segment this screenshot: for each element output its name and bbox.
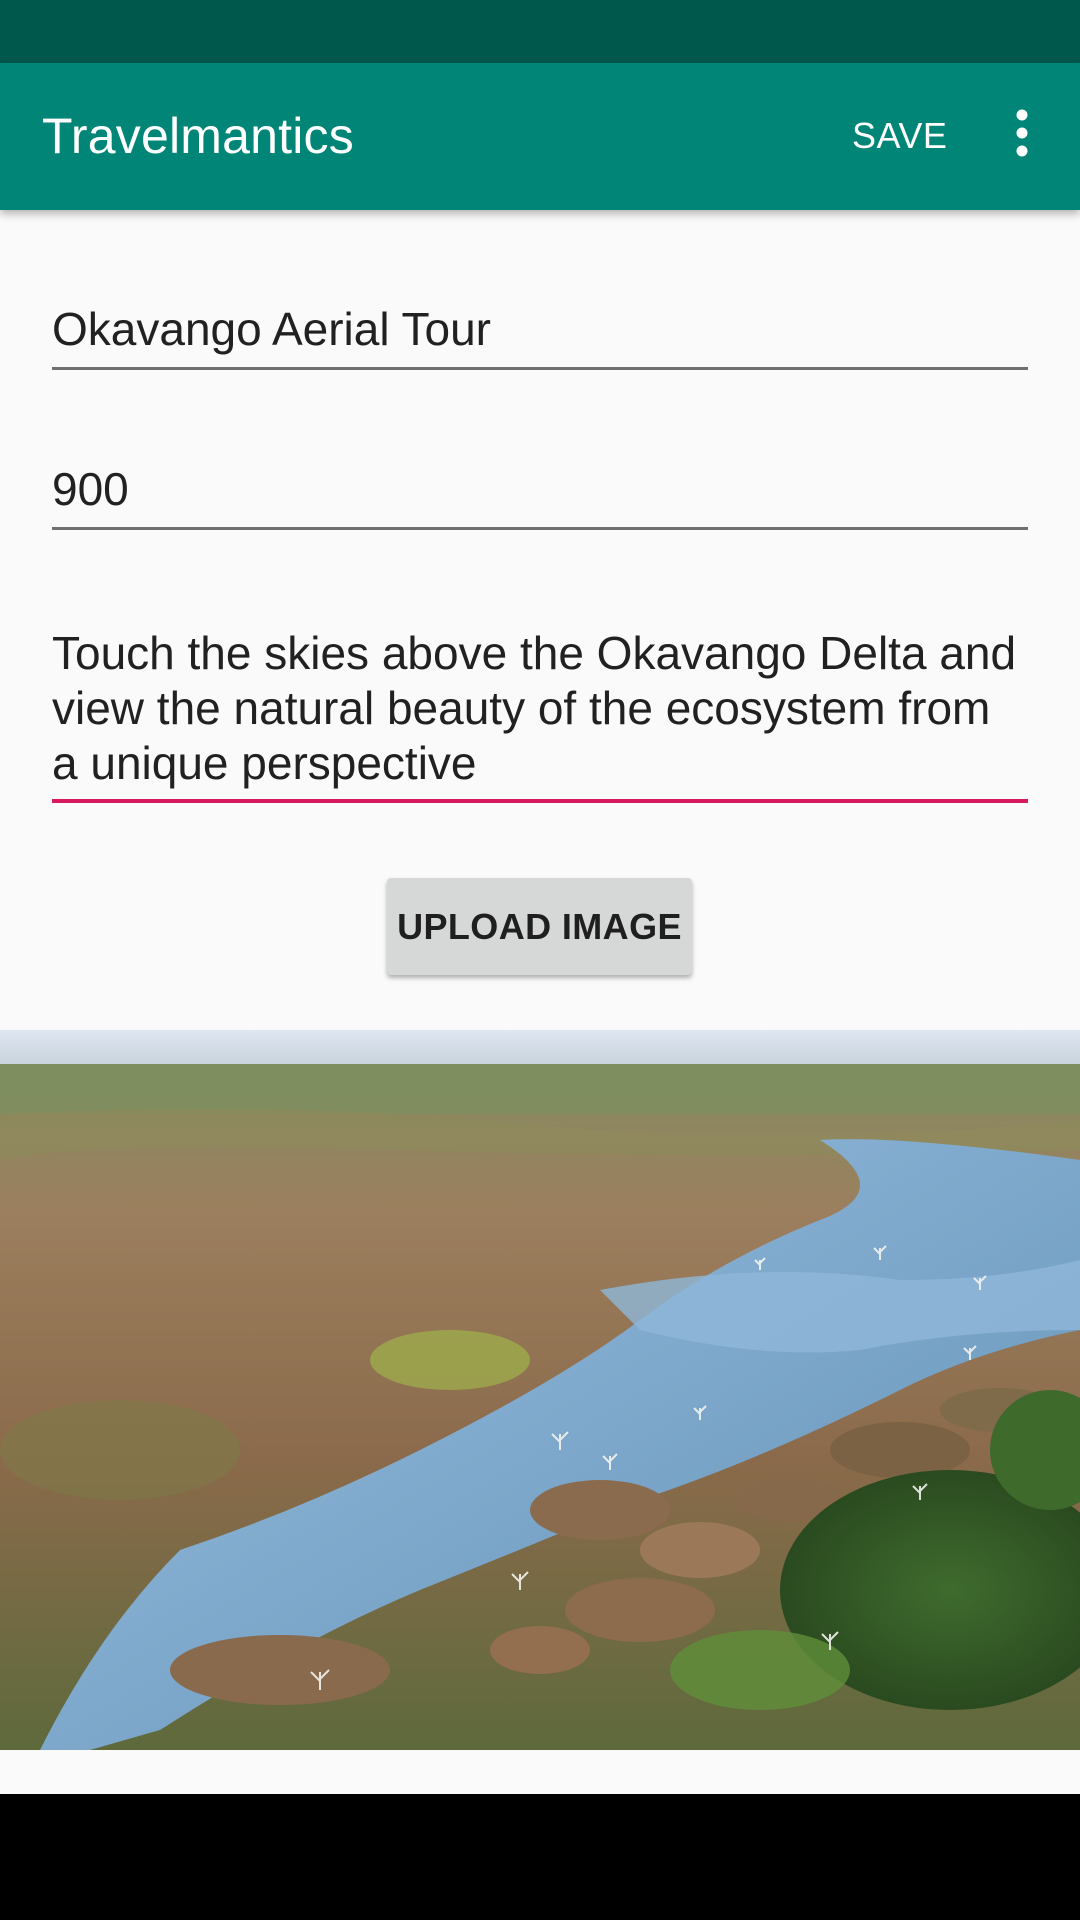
deal-image (0, 1030, 1080, 1750)
save-button[interactable]: SAVE (852, 115, 947, 157)
title-field[interactable]: Okavango Aerial Tour (52, 302, 1028, 370)
navigation-bar (0, 1794, 1080, 1920)
deal-form: Okavango Aerial Tour 900 Touch the skies… (0, 210, 1080, 1794)
app-title: Travelmantics (42, 108, 354, 164)
description-field[interactable]: Touch the skies above the Okavango Delta… (52, 626, 1028, 803)
app-bar: Travelmantics SAVE (0, 63, 1080, 210)
price-field[interactable]: 900 (52, 462, 1028, 530)
status-bar (0, 0, 1080, 63)
upload-image-button[interactable]: UPLOAD IMAGE (387, 878, 692, 975)
more-vert-icon[interactable] (1010, 103, 1034, 163)
